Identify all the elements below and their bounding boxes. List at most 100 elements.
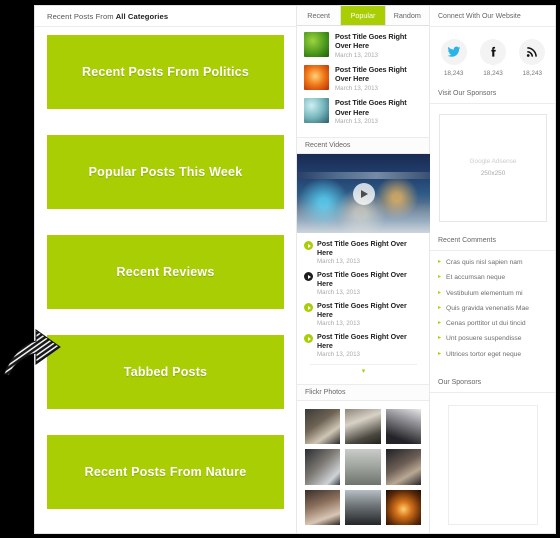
- video-title[interactable]: Post Title Goes Right Over Here: [317, 302, 423, 319]
- flickr-photo-grid: [297, 401, 429, 533]
- flickr-photo[interactable]: [305, 409, 341, 445]
- list-item[interactable]: ▸ Et accumsan neque: [438, 274, 550, 282]
- play-icon: [304, 272, 313, 282]
- section-block-nature[interactable]: Recent Posts From Nature: [47, 435, 284, 509]
- section-block-popular-week[interactable]: Popular Posts This Week: [47, 135, 284, 209]
- post-date: March 13, 2013: [335, 85, 378, 93]
- chevron-right-icon: ▸: [438, 350, 442, 357]
- social-rss[interactable]: 18,243: [516, 39, 549, 77]
- video-title[interactable]: Post Title Goes Right Over Here: [317, 240, 423, 257]
- social-twitter[interactable]: 18,243: [437, 39, 470, 77]
- facebook-icon[interactable]: [479, 39, 506, 65]
- post-thumbnail-image: [304, 64, 329, 90]
- comment-text: Cras quis nisl sapien nam: [446, 259, 523, 266]
- tab-label: Popular: [350, 10, 376, 20]
- main-content-column: Recent Posts From All Categories Recent …: [35, 6, 297, 533]
- play-icon: [304, 334, 313, 344]
- screenshot-root: Recent Posts From All Categories Recent …: [0, 0, 560, 538]
- post-thumbnail-image: [304, 31, 329, 57]
- play-icon[interactable]: [352, 182, 375, 205]
- video-post-list: Post Title Goes Right Over Here March 13…: [297, 233, 429, 384]
- video-date: March 13, 2013: [317, 320, 360, 328]
- section-heading-label: Flickr Photos: [305, 389, 346, 397]
- flickr-photo[interactable]: [305, 449, 341, 485]
- chevron-right-icon: ▸: [438, 320, 442, 327]
- rss-icon[interactable]: [519, 39, 546, 65]
- list-item[interactable]: ▸ Cenas porttitor ut dui tincid: [438, 320, 550, 328]
- visit-sponsors-heading: Visit Our Sponsors: [430, 83, 555, 104]
- video-player[interactable]: [297, 154, 430, 234]
- list-item[interactable]: Post Title Goes Right Over Here March 13…: [304, 98, 424, 125]
- adsense-placeholder[interactable]: Google Adsense 250x250: [439, 114, 547, 222]
- section-block-label: Recent Posts From Nature: [84, 465, 247, 479]
- section-block-tabbed-posts[interactable]: Tabbed Posts: [47, 335, 284, 409]
- chevron-right-icon: ▸: [438, 289, 442, 296]
- flickr-photo[interactable]: [345, 489, 381, 525]
- chevron-right-icon: ▸: [438, 335, 442, 342]
- list-item[interactable]: Post Title Goes Right Over Here March 13…: [304, 31, 424, 59]
- list-item[interactable]: ▸ Unt posuere suspendisse: [438, 335, 550, 343]
- main-column-body: Recent Posts From Politics Popular Posts…: [35, 27, 296, 533]
- list-item[interactable]: ▸ Cras quis nisl sapien nam: [438, 259, 550, 267]
- flickr-photo[interactable]: [385, 489, 421, 525]
- list-item[interactable]: Post Title Goes Right Over Here March 13…: [304, 240, 423, 265]
- flickr-photo[interactable]: [385, 409, 421, 445]
- flickr-photo[interactable]: [345, 409, 381, 445]
- section-heading-label: Our Sponsors: [438, 378, 482, 386]
- section-heading-label: Recent Comments: [438, 236, 496, 244]
- section-heading-label: Visit Our Sponsors: [438, 89, 497, 97]
- chevron-right-icon: ▸: [438, 304, 442, 311]
- main-header-prefix: Recent Posts From: [47, 11, 114, 21]
- video-title[interactable]: Post Title Goes Right Over Here: [317, 333, 423, 350]
- tab-label: Recent: [307, 10, 331, 20]
- recent-videos-heading: Recent Videos: [297, 137, 429, 155]
- list-item[interactable]: ▸ Quis gravida venenatis Mae: [438, 305, 550, 313]
- comment-text: Cenas porttitor ut dui tincid: [446, 320, 526, 328]
- section-block-recent-reviews[interactable]: Recent Reviews: [47, 235, 284, 309]
- section-block-label: Recent Posts From Politics: [81, 65, 250, 79]
- list-item[interactable]: ▸ Ultrices tortor eget neque: [438, 351, 550, 359]
- ad-size: 250x250: [480, 170, 506, 177]
- right-sidebar: Connect With Our Website 18,243 18,243 1…: [430, 6, 555, 533]
- main-column-header: Recent Posts From All Categories: [35, 6, 296, 27]
- social-facebook[interactable]: 18,243: [476, 39, 509, 77]
- post-title[interactable]: Post Title Goes Right Over Here: [335, 98, 424, 117]
- social-count: 18,243: [522, 70, 543, 77]
- twitter-icon[interactable]: [440, 39, 467, 65]
- tab-random[interactable]: Random: [385, 6, 429, 25]
- list-item[interactable]: Post Title Goes Right Over Here March 13…: [304, 302, 423, 327]
- list-item[interactable]: Post Title Goes Right Over Here March 13…: [304, 333, 423, 358]
- video-date: March 13, 2013: [317, 289, 360, 297]
- video-title[interactable]: Post Title Goes Right Over Here: [317, 271, 423, 288]
- post-date: March 13, 2013: [335, 51, 378, 59]
- comment-text: Ultrices tortor eget neque: [446, 350, 522, 358]
- section-heading-label: Connect With Our Website: [438, 12, 521, 20]
- social-count: 18,243: [483, 70, 503, 77]
- flickr-photo[interactable]: [305, 489, 341, 525]
- list-item[interactable]: Post Title Goes Right Over Here March 13…: [304, 271, 423, 296]
- section-heading-label: Recent Videos: [305, 142, 351, 150]
- post-title[interactable]: Post Title Goes Right Over Here: [335, 65, 424, 84]
- post-title[interactable]: Post Title Goes Right Over Here: [335, 32, 424, 51]
- ad-label: Google Adsense: [469, 158, 517, 166]
- tab-popular[interactable]: Popular: [341, 6, 386, 25]
- comment-text: Et accumsan neque: [446, 274, 506, 282]
- page-canvas: Recent Posts From All Categories Recent …: [34, 5, 556, 534]
- section-block-label: Recent Reviews: [116, 265, 215, 279]
- chevron-down-icon[interactable]: ▾: [310, 364, 417, 375]
- play-icon: [304, 303, 313, 313]
- section-block-label: Popular Posts This Week: [88, 165, 243, 179]
- post-thumbnail-image: [304, 98, 329, 124]
- list-item[interactable]: ▸ Vestibulum elementum mi: [438, 290, 550, 298]
- comment-text: Quis gravida venenatis Mae: [446, 304, 529, 312]
- flickr-photo[interactable]: [385, 449, 421, 485]
- flickr-photo[interactable]: [345, 449, 381, 485]
- sponsor-placeholder[interactable]: [448, 405, 538, 526]
- section-block-politics[interactable]: Recent Posts From Politics: [47, 35, 284, 109]
- chevron-right-icon: ▸: [438, 274, 442, 281]
- comment-text: Unt posuere suspendisse: [446, 335, 522, 343]
- section-block-label: Tabbed Posts: [123, 365, 208, 379]
- list-item[interactable]: Post Title Goes Right Over Here March 13…: [304, 64, 424, 93]
- tab-recent[interactable]: Recent: [297, 6, 342, 25]
- flickr-photos-heading: Flickr Photos: [297, 384, 429, 401]
